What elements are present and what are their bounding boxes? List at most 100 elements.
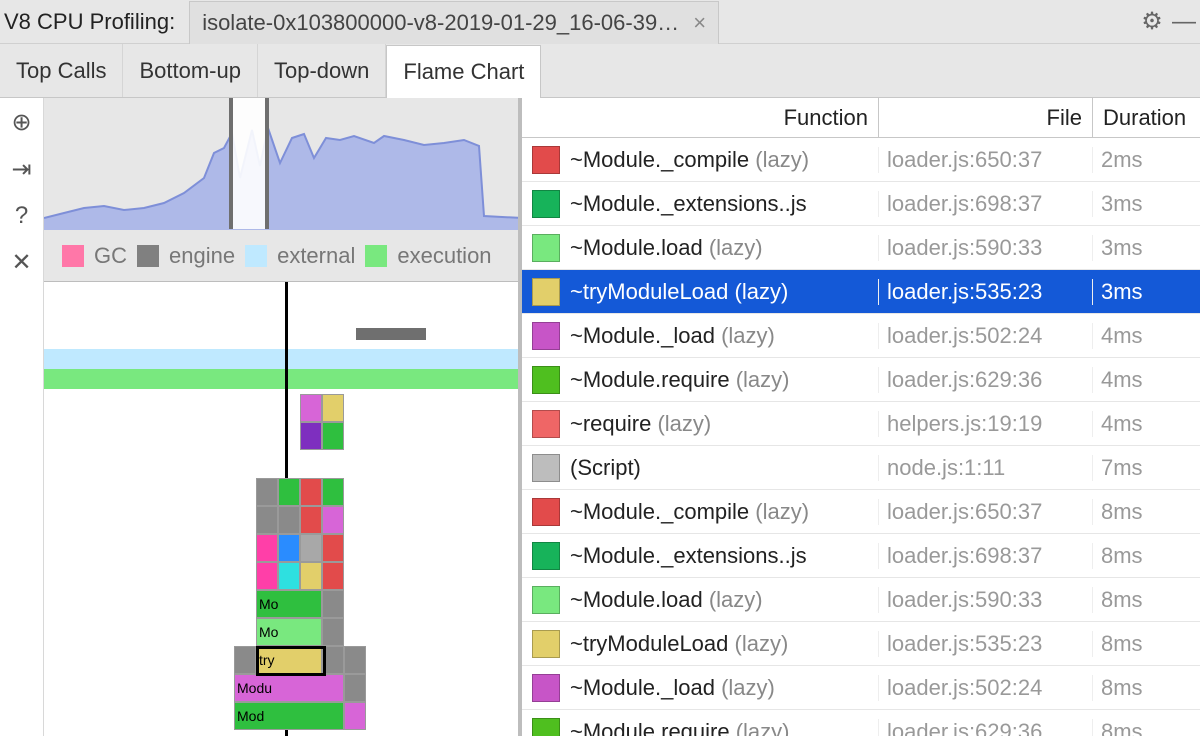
- table-row[interactable]: ~require (lazy)helpers.js:19:194ms: [522, 402, 1200, 446]
- row-function: ~tryModuleLoad (lazy): [570, 279, 878, 305]
- col-file[interactable]: File: [878, 98, 1092, 137]
- flame-frame[interactable]: [344, 674, 366, 702]
- legend-label: external: [277, 243, 355, 269]
- flame-frame[interactable]: Mod: [234, 702, 344, 730]
- flame-frame[interactable]: [278, 478, 300, 506]
- title-bar: V8 CPU Profiling: isolate-0x103800000-v8…: [0, 0, 1200, 44]
- flame-frame[interactable]: [278, 562, 300, 590]
- overview-sparkline: [44, 98, 522, 230]
- row-file: loader.js:629:36: [878, 719, 1092, 736]
- row-duration: 4ms: [1092, 323, 1200, 349]
- flame-frame[interactable]: [278, 506, 300, 534]
- overview-selection[interactable]: [229, 98, 269, 229]
- flame-frame[interactable]: [256, 562, 278, 590]
- external-band: [44, 349, 518, 369]
- flame-frame[interactable]: [300, 422, 322, 450]
- flame-frame[interactable]: [322, 422, 344, 450]
- flame-frame[interactable]: [344, 646, 366, 674]
- zoom-in-icon[interactable]: ⊕: [0, 108, 43, 137]
- table-row[interactable]: ~Module._compile (lazy)loader.js:650:378…: [522, 490, 1200, 534]
- table-row[interactable]: ~Module._load (lazy)loader.js:502:248ms: [522, 666, 1200, 710]
- row-function: ~Module._compile (lazy): [570, 499, 878, 525]
- row-function: ~Module._compile (lazy): [570, 147, 878, 173]
- main-area: ⊕ ⇤ ? ✕ GCengineexternalexecution MoMotr…: [0, 98, 1200, 736]
- row-duration: 8ms: [1092, 543, 1200, 569]
- table-row[interactable]: (Script)node.js:1:117ms: [522, 446, 1200, 490]
- table-row[interactable]: ~Module._load (lazy)loader.js:502:244ms: [522, 314, 1200, 358]
- flame-frame[interactable]: [234, 646, 256, 674]
- row-file: loader.js:535:23: [878, 279, 1092, 305]
- flame-frame[interactable]: [300, 394, 322, 422]
- flame-pane: GCengineexternalexecution MoMotryModuMod: [44, 98, 522, 736]
- row-color-swatch: [532, 278, 560, 306]
- flame-frame[interactable]: [256, 478, 278, 506]
- flame-frame[interactable]: [278, 534, 300, 562]
- flame-frame[interactable]: Mo: [256, 618, 322, 646]
- row-color-swatch: [532, 410, 560, 438]
- table-row[interactable]: ~Module._extensions..jsloader.js:698:373…: [522, 182, 1200, 226]
- table-row[interactable]: ~Module.require (lazy)loader.js:629:368m…: [522, 710, 1200, 736]
- row-duration: 8ms: [1092, 499, 1200, 525]
- col-duration[interactable]: Duration: [1092, 98, 1200, 137]
- row-duration: 4ms: [1092, 367, 1200, 393]
- row-function: ~tryModuleLoad (lazy): [570, 631, 878, 657]
- flame-frame-highlight: [256, 646, 326, 676]
- flame-frame[interactable]: [300, 562, 322, 590]
- table-row[interactable]: ~Module._extensions..jsloader.js:698:378…: [522, 534, 1200, 578]
- table-row[interactable]: ~tryModuleLoad (lazy)loader.js:535:238ms: [522, 622, 1200, 666]
- profile-file-tab[interactable]: isolate-0x103800000-v8-2019-01-29_16-06-…: [189, 1, 719, 44]
- flame-frame[interactable]: Mo: [256, 590, 322, 618]
- flame-frame[interactable]: [322, 506, 344, 534]
- row-duration: 8ms: [1092, 587, 1200, 613]
- tab-top-calls[interactable]: Top Calls: [0, 44, 123, 97]
- row-function: ~Module._load (lazy): [570, 675, 878, 701]
- tab-bottom-up[interactable]: Bottom-up: [123, 44, 258, 97]
- row-duration: 8ms: [1092, 675, 1200, 701]
- row-file: node.js:1:11: [878, 455, 1092, 481]
- row-color-swatch: [532, 366, 560, 394]
- table-row[interactable]: ~Module._compile (lazy)loader.js:650:372…: [522, 138, 1200, 182]
- table-header: Function File Duration: [522, 98, 1200, 138]
- flame-frame[interactable]: [300, 478, 322, 506]
- tab-top-down[interactable]: Top-down: [258, 44, 386, 97]
- help-icon[interactable]: ?: [0, 202, 43, 230]
- row-file: loader.js:590:33: [878, 235, 1092, 261]
- flame-frame[interactable]: [322, 534, 344, 562]
- timeline-overview[interactable]: [44, 98, 518, 230]
- table-row[interactable]: ~Module.require (lazy)loader.js:629:364m…: [522, 358, 1200, 402]
- flame-frame[interactable]: Modu: [234, 674, 344, 702]
- flame-frame[interactable]: [300, 534, 322, 562]
- side-toolbar: ⊕ ⇤ ? ✕: [0, 98, 44, 736]
- legend: GCengineexternalexecution: [44, 230, 518, 282]
- row-duration: 3ms: [1092, 191, 1200, 217]
- flame-frame[interactable]: [322, 590, 344, 618]
- row-color-swatch: [532, 586, 560, 614]
- flame-frame[interactable]: [322, 478, 344, 506]
- row-function: ~Module._extensions..js: [570, 191, 878, 217]
- table-row[interactable]: ~Module.load (lazy)loader.js:590:338ms: [522, 578, 1200, 622]
- legend-swatch-GC: [62, 245, 84, 267]
- table-body: ~Module._compile (lazy)loader.js:650:372…: [522, 138, 1200, 736]
- col-function[interactable]: Function: [522, 98, 878, 137]
- flame-frame[interactable]: [322, 618, 344, 646]
- row-duration: 4ms: [1092, 411, 1200, 437]
- flame-frame[interactable]: [322, 394, 344, 422]
- tab-flame-chart[interactable]: Flame Chart: [386, 45, 541, 98]
- expand-icon[interactable]: ⇤: [0, 155, 43, 184]
- close-file-icon[interactable]: ×: [693, 10, 706, 36]
- row-file: loader.js:650:37: [878, 499, 1092, 525]
- row-color-swatch: [532, 322, 560, 350]
- minimize-icon[interactable]: —: [1168, 8, 1200, 36]
- flame-frame[interactable]: [300, 506, 322, 534]
- flame-frame[interactable]: [256, 534, 278, 562]
- close-icon[interactable]: ✕: [0, 248, 43, 277]
- table-row[interactable]: ~Module.load (lazy)loader.js:590:333ms: [522, 226, 1200, 270]
- row-function: (Script): [570, 455, 878, 481]
- table-row[interactable]: ~tryModuleLoad (lazy)loader.js:535:233ms: [522, 270, 1200, 314]
- gear-icon[interactable]: ⚙: [1136, 7, 1168, 36]
- row-function: ~Module.require (lazy): [570, 367, 878, 393]
- flame-frame[interactable]: [256, 506, 278, 534]
- flame-chart-canvas[interactable]: MoMotryModuMod: [44, 282, 518, 736]
- flame-frame[interactable]: [322, 562, 344, 590]
- flame-frame[interactable]: [344, 702, 366, 730]
